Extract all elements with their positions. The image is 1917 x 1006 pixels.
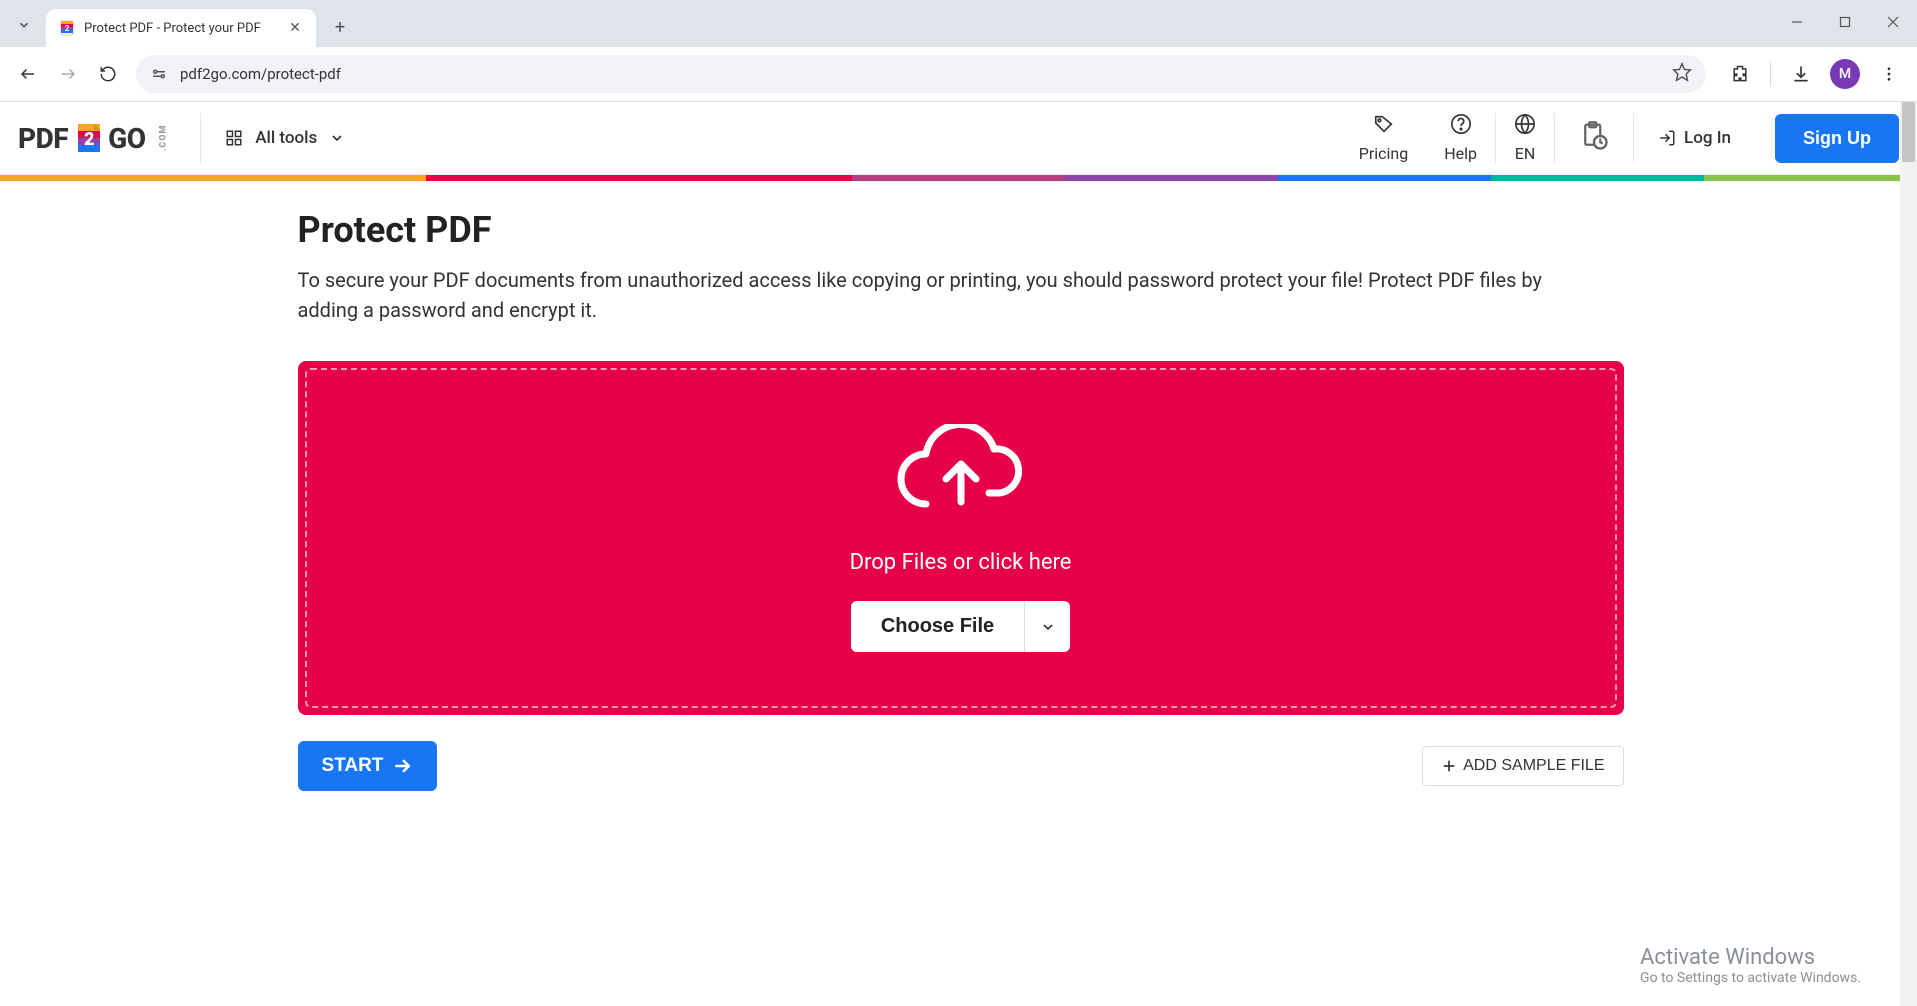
vertical-scrollbar[interactable] [1900,102,1917,1006]
windows-activation-watermark: Activate Windows Go to Settings to activ… [1640,945,1861,986]
logo-text-com: .COM [158,125,168,152]
profile-avatar[interactable]: M [1827,56,1863,92]
tab-close-icon[interactable]: ✕ [286,19,304,37]
browser-right-icons: M [1722,56,1907,92]
page-description: To secure your PDF documents from unauth… [298,265,1598,325]
login-icon [1658,129,1676,147]
browser-toolbar: pdf2go.com/protect-pdf M [0,47,1917,102]
help-label: Help [1444,144,1477,163]
header-divider [200,113,201,163]
add-sample-file-button[interactable]: ADD SAMPLE FILE [1422,746,1623,786]
watermark-title: Activate Windows [1640,945,1861,970]
tab-search-dropdown[interactable] [8,9,40,41]
logo-icon: 2 [70,120,106,156]
new-tab-button[interactable]: + [324,11,356,43]
tag-icon [1373,113,1395,140]
start-button[interactable]: START [298,741,438,791]
bottom-action-row: START ADD SAMPLE FILE [298,741,1624,791]
arrow-right-icon [393,756,413,776]
logo-text-go: GO [108,122,145,155]
tab-title: Protect PDF - Protect your PDF [84,21,278,36]
history-link[interactable] [1555,121,1633,156]
window-close-icon[interactable] [1869,4,1917,40]
svg-text:2: 2 [65,24,70,33]
forward-button[interactable] [50,56,86,92]
bookmark-star-icon[interactable] [1672,62,1692,86]
all-tools-label: All tools [255,128,317,148]
window-minimize-icon[interactable] [1773,4,1821,40]
chevron-down-icon [1040,619,1056,635]
header-right: Pricing Help EN Log In Sign Up [1341,113,1899,163]
window-maximize-icon[interactable] [1821,4,1869,40]
svg-text:2: 2 [84,129,94,150]
browser-tab[interactable]: 2 Protect PDF - Protect your PDF ✕ [46,9,316,47]
browser-tab-strip: 2 Protect PDF - Protect your PDF ✕ + [0,0,1917,47]
page-title: Protect PDF [298,209,1624,251]
reload-button[interactable] [90,56,126,92]
site-header: PDF 2 GO .COM All tools Pricing Help EN [0,102,1917,175]
extensions-icon[interactable] [1722,56,1758,92]
browser-menu-icon[interactable] [1871,56,1907,92]
site-info-icon[interactable] [150,65,168,83]
choose-file-button[interactable]: Choose File [851,601,1024,652]
file-dropzone[interactable]: Drop Files or click here Choose File [305,368,1617,708]
address-bar[interactable]: pdf2go.com/protect-pdf [136,55,1706,93]
help-icon [1450,113,1472,140]
pricing-label: Pricing [1359,144,1409,163]
globe-icon [1514,113,1536,140]
all-tools-dropdown[interactable]: All tools [225,128,345,148]
rainbow-divider [0,175,1917,181]
divider [1770,62,1771,86]
main-content: Protect PDF To secure your PDF documents… [294,181,1624,791]
downloads-icon[interactable] [1783,56,1819,92]
login-button[interactable]: Log In [1634,128,1755,148]
start-label: START [322,755,384,777]
plus-icon [1441,758,1457,774]
pricing-link[interactable]: Pricing [1341,113,1427,163]
scrollbar-thumb[interactable] [1902,102,1915,162]
site-logo[interactable]: PDF 2 GO .COM [18,120,176,156]
dropzone-container: Drop Files or click here Choose File [298,361,1624,715]
add-sample-label: ADD SAMPLE FILE [1463,757,1604,775]
dropzone-text: Drop Files or click here [850,550,1072,575]
cloud-upload-icon [886,424,1036,528]
back-button[interactable] [10,56,46,92]
watermark-subtitle: Go to Settings to activate Windows. [1640,970,1861,986]
window-controls [1773,0,1917,40]
tab-favicon-icon: 2 [58,19,76,37]
login-label: Log In [1684,128,1731,148]
signup-label: Sign Up [1803,128,1871,148]
clipboard-clock-icon [1579,121,1609,156]
avatar-initial: M [1830,59,1860,89]
choose-file-dropdown[interactable] [1024,601,1070,652]
language-label: EN [1515,144,1536,163]
url-text: pdf2go.com/protect-pdf [180,65,1660,83]
language-selector[interactable]: EN [1496,113,1554,163]
choose-file-group: Choose File [851,601,1070,652]
choose-file-label: Choose File [881,615,994,637]
help-link[interactable]: Help [1426,113,1495,163]
signup-button[interactable]: Sign Up [1775,114,1899,163]
logo-text-pdf: PDF [18,122,68,155]
chevron-down-icon [329,130,345,146]
